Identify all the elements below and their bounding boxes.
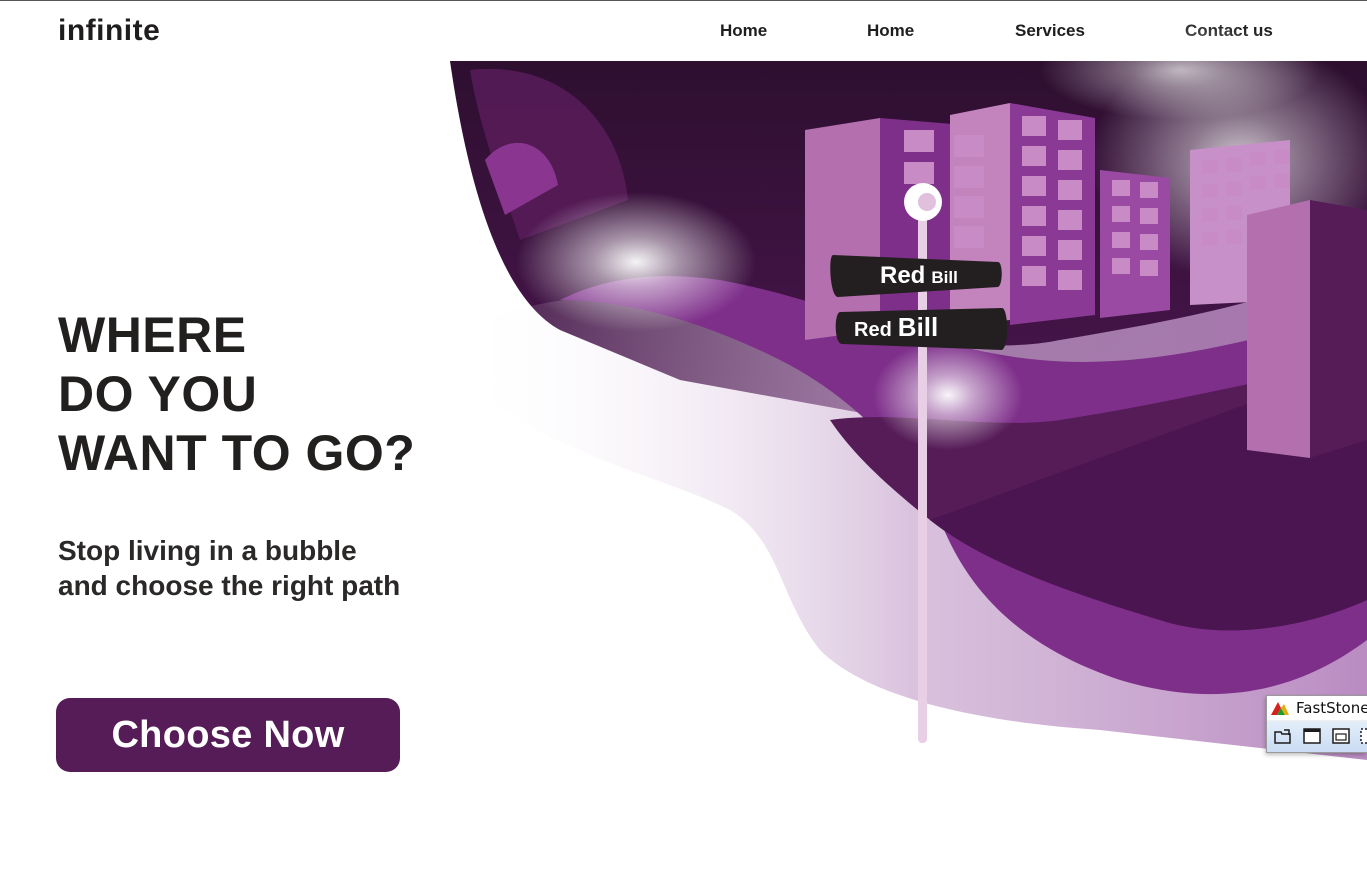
hero-subtitle-line: Stop living in a bubble <box>58 535 357 566</box>
glow-left <box>516 192 756 332</box>
faststone-logo-icon <box>1271 702 1289 715</box>
hero-title-line: WHERE <box>58 307 247 363</box>
hero-title: WHERE DO YOU WANT TO GO? <box>58 306 415 483</box>
hero-subtitle-line: and choose the right path <box>58 570 401 601</box>
hero-subtitle: Stop living in a bubble and choose the r… <box>58 533 400 603</box>
hero-title-line: WANT TO GO? <box>58 425 416 481</box>
hero-title-line: DO YOU <box>58 366 258 422</box>
street-sign-bottom-word-1: Red <box>854 319 892 341</box>
hero-illustration: Red Bill Red Bill <box>450 20 1367 760</box>
faststone-title: FastStone <box>1296 699 1367 717</box>
building-5-side <box>1310 200 1367 458</box>
faststone-toolbar <box>1267 721 1367 752</box>
faststone-capture-window[interactable]: FastStone <box>1266 695 1367 753</box>
glow-center <box>873 340 1023 450</box>
building-1-front <box>805 118 880 340</box>
sign-pole-top-inner <box>918 193 936 211</box>
window-capture-icon[interactable] <box>1302 726 1322 746</box>
building-3-side <box>1100 170 1170 318</box>
street-sign-top-word-2: Bill <box>931 268 957 287</box>
region-capture-icon[interactable] <box>1359 726 1367 746</box>
street-sign-top-word-1: Red <box>880 262 925 289</box>
glow-top <box>1040 20 1320 120</box>
object-capture-icon[interactable] <box>1331 726 1351 746</box>
open-folder-icon[interactable] <box>1273 726 1293 746</box>
faststone-titlebar[interactable]: FastStone <box>1267 696 1367 720</box>
choose-now-button[interactable]: Choose Now <box>56 698 400 772</box>
street-sign-bottom-word-2: Bill <box>898 312 938 342</box>
building-5-front <box>1247 200 1310 458</box>
